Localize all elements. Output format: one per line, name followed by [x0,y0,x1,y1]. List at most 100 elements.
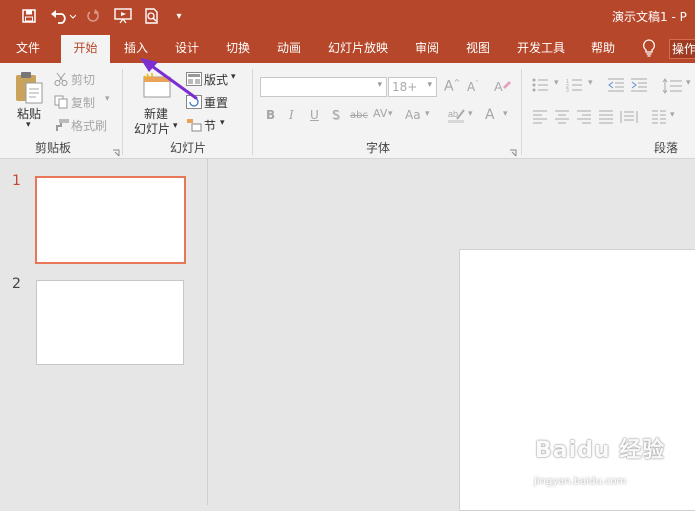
numbering-dropdown-icon[interactable]: ▾ [588,78,593,88]
document-title: 演示文稿1 - P [612,10,687,24]
font-color-button[interactable]: A [485,107,495,123]
tab-help[interactable]: 帮助 [591,33,615,63]
customize-glyph: ▾ [176,10,182,22]
line-spacing-dropdown-icon[interactable]: ▾ [686,78,691,88]
tab-animations[interactable]: 动画 [277,33,301,63]
strikethrough-button[interactable]: abc [350,110,368,121]
new-slide-dropdown-icon[interactable]: ▾ [173,121,178,131]
font-color-dropdown-icon[interactable]: ▾ [503,109,508,119]
section-dropdown-icon[interactable]: ▾ [220,118,225,128]
tab-view[interactable]: 视图 [466,33,490,63]
layout-dropdown-icon[interactable]: ▾ [231,72,236,82]
copy-icon[interactable] [54,95,68,112]
svg-text:ab: ab [448,109,458,119]
slide-canvas[interactable] [459,249,695,511]
shadow-button[interactable]: S [332,108,340,122]
tell-me-search[interactable]: 操作 [669,39,695,59]
format-painter-icon[interactable] [54,118,70,135]
highlight-icon[interactable]: ab [448,107,466,126]
tab-design[interactable]: 设计 [175,33,199,63]
new-slide-icon[interactable] [141,71,171,104]
font-size-dropdown-icon[interactable]: ▾ [427,80,432,90]
tab-insert[interactable]: 插入 [124,33,148,63]
columns-icon[interactable] [651,110,667,127]
font-size-value: 18+ [392,80,418,94]
tab-home[interactable]: 开始 [61,35,110,63]
paste-dropdown-icon[interactable]: ▾ [26,120,31,130]
align-left-icon[interactable] [532,110,548,127]
start-presentation-icon[interactable] [112,6,134,26]
underline-button[interactable]: U [310,108,319,122]
layout-button[interactable]: 版式 [204,71,228,88]
tab-file[interactable]: 文件 [16,33,40,63]
tab-transitions[interactable]: 切换 [226,33,250,63]
decrease-font-size-icon[interactable]: Aˇ [467,80,479,94]
separator [122,69,123,155]
tab-developer[interactable]: 开发工具 [517,33,565,63]
slide-thumbnail-pane: 1 2 [0,159,208,505]
cut-button[interactable]: 剪切 [71,71,95,88]
ribbon-home: 粘贴 ▾ 剪切 复制 ▾ 格式刷 剪贴板 新建 幻灯片 ▾ 版式 ▾ 重置 节 … [0,63,695,159]
align-right-icon[interactable] [576,110,592,127]
justify-icon[interactable] [598,110,614,127]
font-name-dropdown-icon[interactable]: ▾ [377,80,382,90]
format-painter-button[interactable]: 格式刷 [71,117,107,134]
reset-icon[interactable] [186,95,202,112]
new-slide-label-2[interactable]: 幻灯片 [134,120,170,137]
highlight-dropdown-icon[interactable]: ▾ [468,109,473,119]
tab-slide-show[interactable]: 幻灯片放映 [328,33,388,63]
slide-thumbnail-1[interactable] [35,176,186,264]
redo-icon[interactable] [84,6,102,26]
change-case-button[interactable]: Aa [405,108,421,122]
ribbon-tab-bar: 文件 开始 插入 设计 切换 动画 幻灯片放映 审阅 视图 开发工具 帮助 操作 [0,33,695,63]
scissors-icon[interactable] [54,72,68,89]
character-spacing-dropdown-icon[interactable]: ▾ [388,109,393,119]
bold-button[interactable]: B [266,108,275,122]
slide-thumbnail-2[interactable] [36,280,184,365]
bullets-icon[interactable] [532,78,552,95]
print-preview-icon[interactable] [142,6,162,26]
font-size-combo[interactable]: 18+ ▾ [388,77,437,97]
change-case-dropdown-icon[interactable]: ▾ [425,109,430,119]
customize-quick-access-icon[interactable]: ▾ [172,6,186,26]
layout-icon[interactable] [186,72,202,89]
bullets-dropdown-icon[interactable]: ▾ [554,78,559,88]
decrease-indent-icon[interactable] [607,78,625,95]
tab-review[interactable]: 审阅 [415,33,439,63]
section-button[interactable]: 节 [204,117,216,134]
svg-text:A: A [494,79,503,94]
undo-icon[interactable] [48,6,78,26]
watermark-logo: Baidu 经验 [535,438,666,463]
paste-icon[interactable] [14,71,44,108]
character-spacing-button[interactable]: AV [373,107,387,120]
section-icon[interactable] [186,118,202,135]
clipboard-launcher-icon[interactable] [112,146,120,160]
slide-number: 1 [12,173,21,189]
group-label-slides: 幻灯片 [170,141,207,155]
line-spacing-icon[interactable] [662,78,684,97]
numbering-icon[interactable]: 123 [566,78,586,95]
title-bar: ▾ 演示文稿1 - P [0,0,695,33]
italic-button[interactable]: I [289,108,294,122]
clear-formatting-icon[interactable]: A [493,78,511,97]
group-label-font: 字体 [366,141,391,155]
columns-dropdown-icon[interactable]: ▾ [670,110,675,120]
reset-button[interactable]: 重置 [204,94,228,111]
increase-font-size-icon[interactable]: A^ [444,78,460,95]
font-launcher-icon[interactable] [509,146,517,160]
separator [521,69,522,155]
group-label-clipboard: 剪贴板 [35,141,72,155]
increase-indent-icon[interactable] [630,78,648,95]
watermark-url: jingyan.baidu.com [534,476,627,487]
distributed-icon[interactable] [620,109,638,128]
slide-number: 2 [12,276,21,292]
svg-text:3: 3 [566,88,569,92]
save-icon[interactable] [18,6,40,26]
copy-dropdown-icon[interactable]: ▾ [105,94,110,104]
align-center-icon[interactable] [554,110,570,127]
lightbulb-icon[interactable] [640,33,658,63]
copy-button[interactable]: 复制 [71,94,95,111]
group-label-paragraph: 段落 [654,141,679,155]
font-name-combo[interactable]: ▾ [260,77,387,97]
separator [252,69,253,155]
